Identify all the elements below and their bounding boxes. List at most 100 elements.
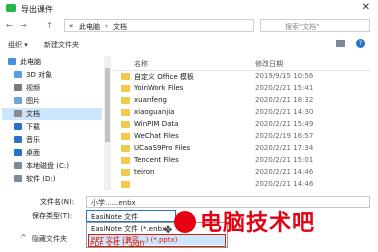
app-icon bbox=[6, 4, 16, 12]
address-row: ← → ↑ « 此电脑 › 文档 搜索"文档" bbox=[0, 18, 378, 34]
folder-icon bbox=[121, 145, 130, 152]
nav-item-drive-c[interactable]: 本地磁盘 (C:) bbox=[2, 160, 102, 172]
video-icon bbox=[14, 84, 22, 91]
nav-item-videos[interactable]: 视频 bbox=[2, 82, 102, 94]
nav-label: 桌面 bbox=[26, 149, 40, 157]
file-list: 名称 修改日期 自定义 Office 模板 2019/9/15 10:56 Yo… bbox=[113, 56, 371, 190]
item-date: 2020/2/21 14:46 bbox=[255, 168, 314, 176]
folder-icon bbox=[121, 133, 130, 140]
option-pdf[interactable]: PDF 文件 (*.pdf) bbox=[90, 239, 145, 249]
option-enbx[interactable]: EasiNote 文件 (*.enbx) bbox=[91, 224, 169, 234]
desktop-icon bbox=[14, 149, 22, 156]
list-item[interactable]: xiaoguanjia 2020/2/21 14:30 bbox=[113, 107, 371, 119]
nav-item-downloads[interactable]: 下载 bbox=[2, 121, 102, 133]
title-bar: 导出课件 ✕ bbox=[0, 0, 378, 18]
cube-icon bbox=[14, 71, 22, 78]
item-name: xuanfeng bbox=[134, 96, 167, 104]
mouse-cursor-icon: ✥ bbox=[164, 225, 173, 236]
crumb-separator: › bbox=[105, 22, 108, 30]
nav-item-documents[interactable]: 文档 bbox=[2, 108, 102, 120]
item-date: 2020/2/21 18:32 bbox=[255, 96, 314, 104]
nav-label: 下载 bbox=[26, 123, 40, 131]
nav-item-desktop[interactable]: 桌面 bbox=[2, 147, 102, 159]
nav-label: 此电脑 bbox=[20, 58, 41, 66]
item-name: UCaaS9Pro Files bbox=[134, 144, 191, 152]
save-type-label: 保存类型(T): bbox=[32, 212, 73, 220]
folder-icon bbox=[121, 109, 130, 116]
picture-icon bbox=[14, 97, 22, 104]
nav-label: 视频 bbox=[26, 84, 40, 92]
crumb-documents[interactable]: 文档 bbox=[113, 22, 127, 32]
list-item[interactable]: WinPIM Data 2020/2/21 15:49 bbox=[113, 119, 371, 131]
scrollbar-thumb[interactable] bbox=[105, 68, 110, 142]
nav-scrollbar[interactable] bbox=[104, 56, 111, 190]
search-input[interactable]: 搜索"文档" bbox=[285, 22, 319, 32]
folder-icon bbox=[121, 121, 130, 128]
item-date: 2020/2/19 16:57 bbox=[255, 132, 314, 140]
item-name: Tencent Files bbox=[134, 156, 179, 164]
nav-label: 音乐 bbox=[26, 136, 40, 144]
nav-item-pictures[interactable]: 图片 bbox=[2, 95, 102, 107]
back-icon[interactable]: ← bbox=[6, 21, 13, 30]
folder-icon bbox=[121, 85, 130, 92]
crumb-this-pc[interactable]: 此电脑 bbox=[79, 22, 100, 32]
nav-item-music[interactable]: 音乐 bbox=[2, 134, 102, 146]
item-name: teiron bbox=[134, 168, 155, 176]
list-item[interactable]: WeChat Files 2020/2/19 16:57 bbox=[113, 131, 371, 143]
search-box[interactable]: 搜索"文档" bbox=[260, 19, 370, 32]
save-type-select[interactable]: EasiNote 文件 bbox=[86, 210, 176, 222]
nav-item-drive-d[interactable]: 软件 (D:) bbox=[2, 173, 102, 185]
folder-icon bbox=[121, 157, 130, 164]
item-date: 2020/2/21 14:30 bbox=[255, 108, 314, 116]
toolbar: 组织 ▾ 新建文件夹 ? bbox=[0, 36, 378, 52]
nav-item-3d-objects[interactable]: 3D 对象 bbox=[2, 69, 102, 81]
hide-folders-button[interactable]: 隐藏文件夹 bbox=[32, 234, 67, 244]
list-item[interactable]: UCaaS9Pro Files 2020/2/21 17:34 bbox=[113, 143, 371, 155]
watermark-text: 电脑技术吧 bbox=[200, 211, 316, 236]
computer-icon bbox=[8, 58, 16, 65]
list-item[interactable]: Tencent Files 2020/2/21 15:01 bbox=[113, 155, 371, 167]
folder-icon bbox=[121, 181, 130, 188]
nav-label: 本地磁盘 (C:) bbox=[26, 162, 69, 170]
list-item[interactable]: YoinWork Files 2020/2/21 15:41 bbox=[113, 83, 371, 95]
item-date: 2019/9/15 10:56 bbox=[255, 72, 314, 80]
close-icon[interactable]: ✕ bbox=[362, 2, 370, 13]
crumb-overflow[interactable]: « bbox=[69, 22, 73, 30]
item-name: WeChat Files bbox=[134, 132, 179, 140]
column-name[interactable]: 名称 bbox=[134, 59, 148, 69]
item-name: xiaoguanjia bbox=[134, 108, 175, 116]
address-bar[interactable]: « 此电脑 › 文档 bbox=[64, 19, 254, 32]
watermark-logo bbox=[174, 211, 196, 233]
folder-icon bbox=[121, 73, 130, 80]
list-item[interactable]: xuanfeng 2020/2/21 18:32 bbox=[113, 95, 371, 107]
view-options-icon[interactable] bbox=[336, 40, 345, 47]
up-icon[interactable]: ↑ bbox=[46, 21, 53, 30]
chevron-up-icon[interactable]: ^ bbox=[20, 233, 27, 242]
nav-label: 文档 bbox=[26, 110, 40, 118]
item-name: 自定义 Office 模板 bbox=[134, 73, 194, 81]
filename-label: 文件名(N): bbox=[40, 198, 75, 206]
nav-item-this-pc[interactable]: 此电脑 bbox=[2, 56, 102, 68]
item-date: 2020/2/21 15:49 bbox=[255, 120, 314, 128]
drive-icon bbox=[14, 162, 22, 169]
filename-value[interactable]: 小学......enbx bbox=[91, 198, 136, 208]
forward-icon[interactable]: → bbox=[20, 21, 27, 30]
folder-icon bbox=[121, 97, 130, 104]
item-date: 2020/2/21 14:46 bbox=[255, 180, 314, 188]
save-type-value[interactable]: EasiNote 文件 bbox=[91, 212, 138, 222]
organize-button[interactable]: 组织 ▾ bbox=[8, 40, 28, 50]
drive-icon bbox=[14, 175, 22, 182]
download-icon bbox=[14, 123, 22, 130]
item-date: 2020/2/21 17:34 bbox=[255, 144, 314, 152]
column-date[interactable]: 修改日期 bbox=[255, 59, 283, 69]
new-folder-button[interactable]: 新建文件夹 bbox=[44, 40, 79, 50]
item-name: WinPIM Data bbox=[134, 120, 179, 128]
help-icon[interactable]: ? bbox=[356, 39, 365, 48]
item-date: 2020/2/21 15:41 bbox=[255, 84, 314, 92]
list-item[interactable]: teiron 2020/2/21 14:46 bbox=[113, 167, 371, 179]
music-icon bbox=[14, 136, 22, 143]
list-item[interactable]: 2020/2/21 14:46 bbox=[113, 179, 371, 190]
list-item[interactable]: 自定义 Office 模板 2019/9/15 10:56 bbox=[113, 71, 371, 83]
navigation-pane: 此电脑 3D 对象 视频 图片 文档 下载 音乐 桌面 本地磁盘 (C:) 软件… bbox=[2, 56, 102, 188]
nav-label: 图片 bbox=[26, 97, 40, 105]
